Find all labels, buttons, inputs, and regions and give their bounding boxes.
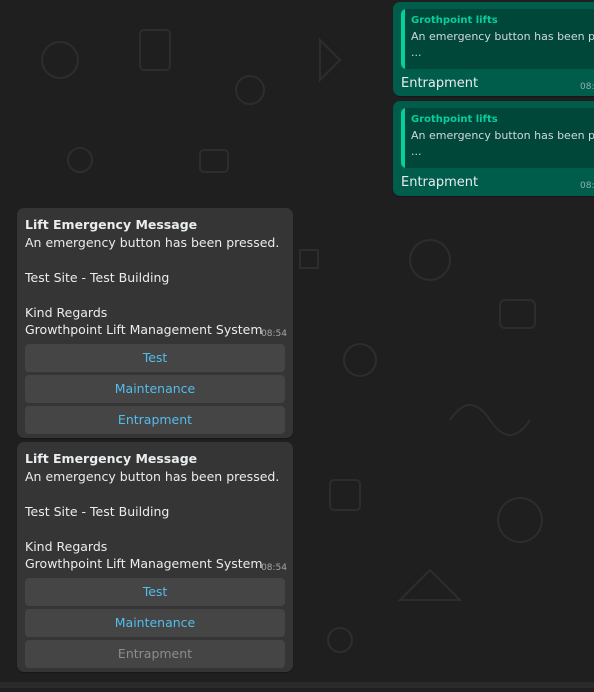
message-time: 08:54 bbox=[580, 181, 594, 191]
message-title: Lift Emergency Message bbox=[25, 217, 198, 232]
quoted-message[interactable]: Grothpoint lifts An emergency button has… bbox=[401, 9, 594, 69]
quote-author: Grothpoint lifts bbox=[411, 15, 498, 26]
message-title: Lift Emergency Message bbox=[25, 451, 198, 466]
message-line: Kind Regards bbox=[25, 538, 108, 554]
quote-ellipsis: ... bbox=[411, 46, 422, 59]
quote-text: An emergency button has been pressed. bbox=[411, 129, 594, 142]
message-time: 08:54 bbox=[580, 82, 594, 92]
message-line: An emergency button has been pressed. bbox=[25, 234, 280, 250]
quoted-message[interactable]: Grothpoint lifts An emergency button has… bbox=[401, 108, 594, 168]
reply-button-entrapment-disabled: Entrapment bbox=[25, 640, 285, 668]
reply-button-test[interactable]: Test bbox=[25, 578, 285, 606]
composer-edge bbox=[0, 682, 594, 688]
incoming-message[interactable]: Lift Emergency Message An emergency butt… bbox=[17, 442, 293, 672]
quote-author: Grothpoint lifts bbox=[411, 114, 498, 125]
outgoing-message[interactable]: Grothpoint lifts An emergency button has… bbox=[393, 101, 594, 196]
message-text: Lift Emergency Message An emergency butt… bbox=[25, 216, 285, 339]
quote-ellipsis: ... bbox=[411, 145, 422, 158]
message-line: Kind Regards bbox=[25, 304, 108, 320]
message-line: Growthpoint Lift Management System bbox=[25, 556, 263, 571]
message-text: Lift Emergency Message An emergency butt… bbox=[25, 450, 285, 573]
message-line: Test Site - Test Building bbox=[25, 269, 170, 285]
message-time: 08:54 bbox=[261, 563, 287, 573]
message-line: Test Site - Test Building bbox=[25, 503, 170, 519]
outgoing-message[interactable]: Grothpoint lifts An emergency button has… bbox=[393, 2, 594, 96]
reply-button-maintenance[interactable]: Maintenance bbox=[25, 375, 285, 403]
message-time: 08:54 bbox=[261, 329, 287, 339]
quote-text: An emergency button has been pressed. bbox=[411, 30, 594, 43]
incoming-message[interactable]: Lift Emergency Message An emergency butt… bbox=[17, 208, 293, 438]
message-line: An emergency button has been pressed. bbox=[25, 468, 280, 484]
reply-button-test[interactable]: Test bbox=[25, 344, 285, 372]
reply-button-maintenance[interactable]: Maintenance bbox=[25, 609, 285, 637]
message-body: Entrapment bbox=[401, 76, 479, 91]
message-body: Entrapment bbox=[401, 175, 479, 190]
message-line: Growthpoint Lift Management System bbox=[25, 322, 263, 337]
reply-button-entrapment[interactable]: Entrapment bbox=[25, 406, 285, 434]
